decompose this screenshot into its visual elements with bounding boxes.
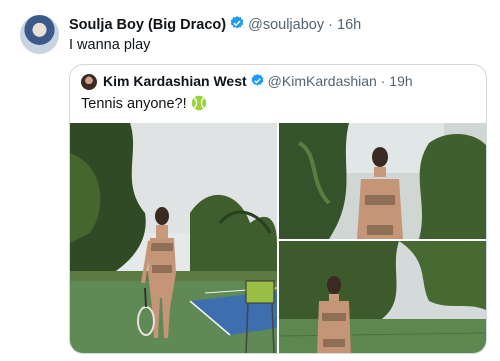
verified-badge-icon [229, 15, 245, 35]
author-handle[interactable]: @souljaboy [248, 17, 324, 33]
photo-3[interactable] [279, 241, 486, 353]
avatar[interactable] [20, 15, 59, 54]
quoted-text-content: Tennis anyone?! [81, 96, 187, 112]
quoted-author-handle[interactable]: @KimKardashian [268, 73, 377, 89]
quoted-header: Kim Kardashian West @KimKardashian · 19h [103, 73, 413, 91]
tweet-header: Soulja Boy (Big Draco) @souljaboy · 16h [69, 15, 361, 35]
verified-badge-icon [250, 73, 265, 91]
tweet-time[interactable]: 16h [337, 17, 361, 33]
photo-2[interactable] [279, 123, 486, 239]
quoted-avatar[interactable] [81, 74, 97, 90]
quoted-time[interactable]: 19h [389, 73, 412, 89]
quoted-author-name[interactable]: Kim Kardashian West [103, 73, 247, 89]
quoted-text: Tennis anyone?! [81, 95, 207, 115]
tweet-text: I wanna play [69, 37, 151, 53]
author-name[interactable]: Soulja Boy (Big Draco) [69, 17, 226, 33]
tennis-ball-icon [191, 95, 207, 115]
separator-dot: · [328, 17, 333, 33]
separator-dot: · [380, 73, 386, 89]
photo-1[interactable] [70, 123, 277, 353]
quoted-tweet[interactable]: Kim Kardashian West @KimKardashian · 19h … [69, 64, 487, 354]
